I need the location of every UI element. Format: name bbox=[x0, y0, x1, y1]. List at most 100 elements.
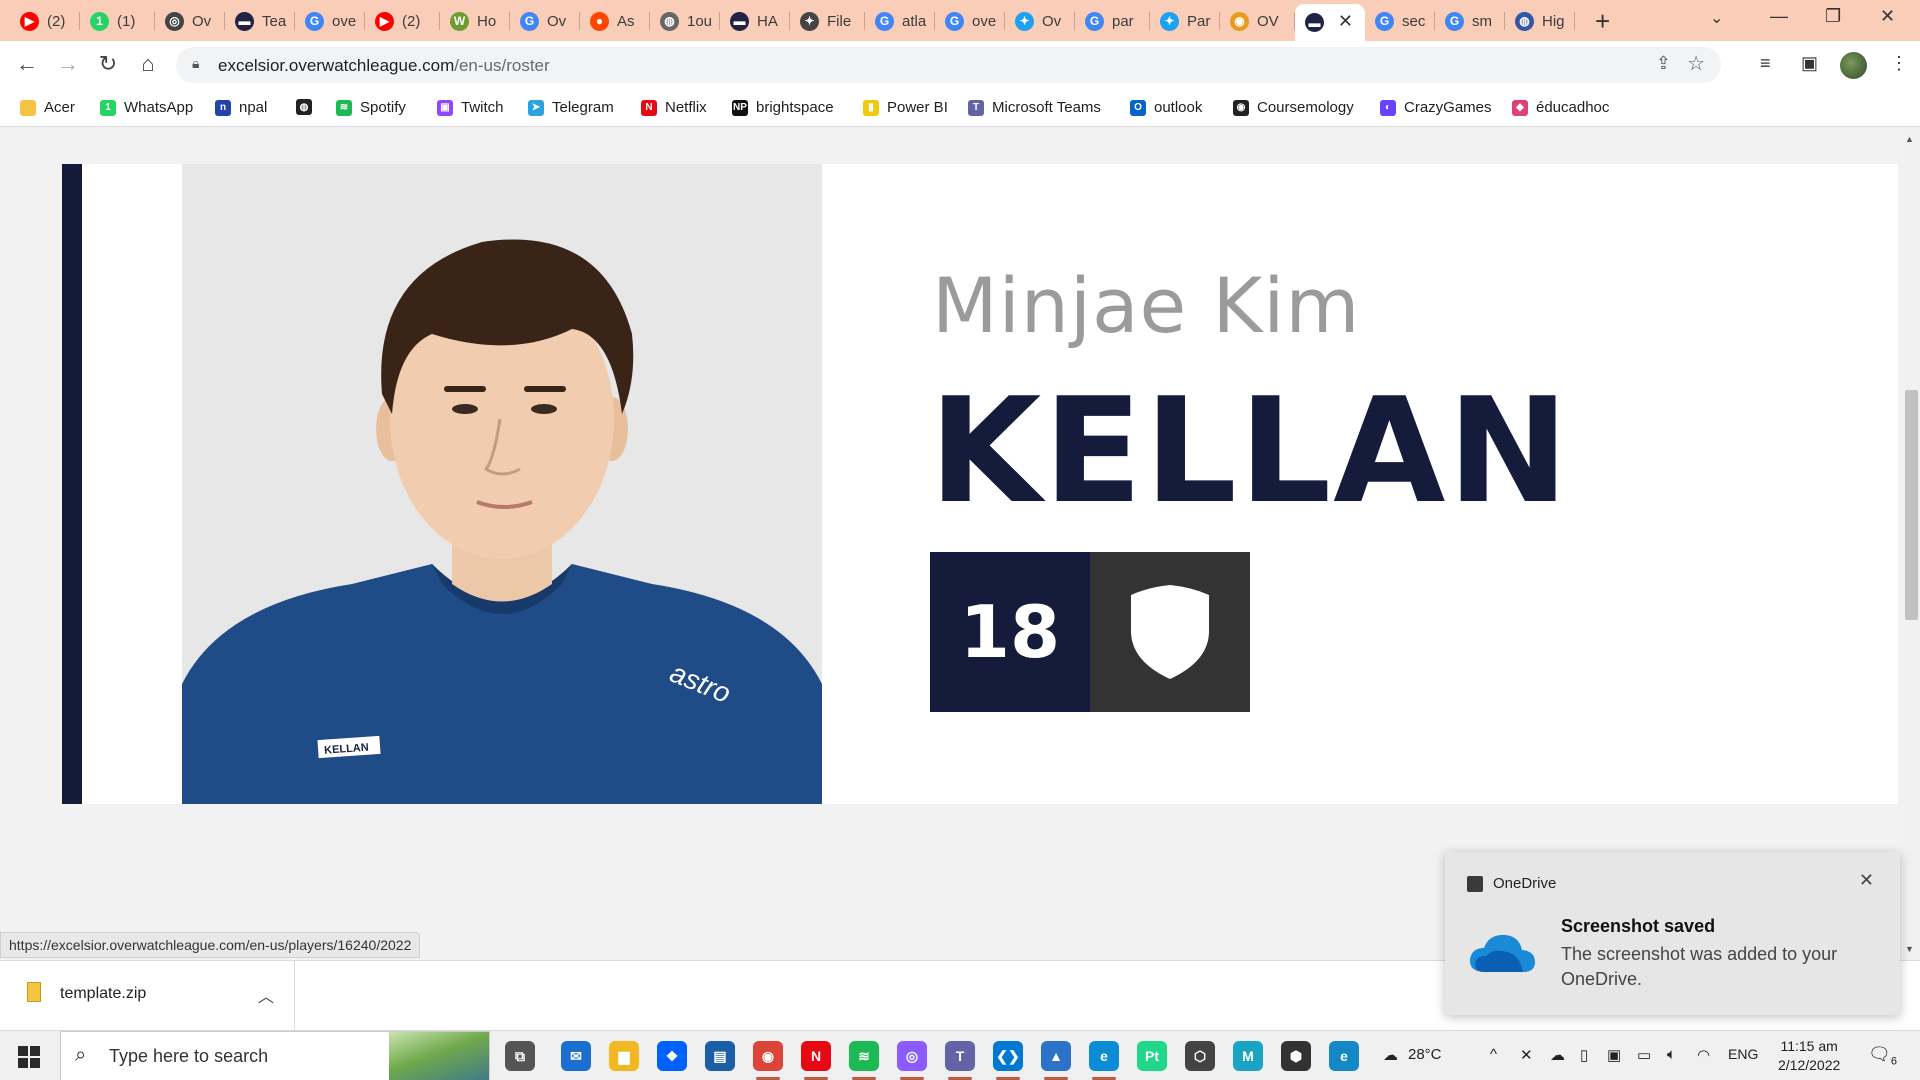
address-bar[interactable]: 🔒︎ excelsior.overwatchleague.com/en-us/r… bbox=[176, 47, 1721, 83]
browser-tab[interactable]: Gove bbox=[935, 4, 1005, 38]
browser-tab[interactable]: ● As bbox=[580, 4, 650, 38]
download-filename[interactable]: template.zip bbox=[60, 985, 146, 1003]
new-tab-button[interactable]: + bbox=[1595, 6, 1610, 37]
onedrive-tray-icon[interactable]: ☁ bbox=[1550, 1046, 1565, 1064]
spotify-icon[interactable]: ≋ bbox=[849, 1041, 879, 1071]
unity-hub-icon[interactable]: ⬢ bbox=[1281, 1041, 1311, 1071]
file-explorer-icon[interactable]: ▆ bbox=[609, 1041, 639, 1071]
search-placeholder[interactable]: Type here to search bbox=[109, 1046, 268, 1067]
dropbox-icon[interactable]: ❖ bbox=[657, 1041, 687, 1071]
app-blue-icon[interactable]: ▤ bbox=[705, 1041, 735, 1071]
tab-title: Hig bbox=[1542, 12, 1565, 30]
vscode-icon[interactable]: ❮❯ bbox=[993, 1041, 1023, 1071]
notification-center-icon[interactable]: 🗨︎6 bbox=[1868, 1044, 1897, 1068]
bookmark-star-icon[interactable]: ☆ bbox=[1687, 51, 1705, 76]
close-tab-icon[interactable]: ✕ bbox=[1338, 11, 1353, 32]
lock-icon[interactable]: 🔒︎ bbox=[192, 55, 199, 72]
bookmark-item[interactable]: ▮ Power BI bbox=[863, 99, 948, 116]
browser-tab[interactable]: Gove bbox=[295, 4, 365, 38]
bookmark-item[interactable]: ➤ Telegram bbox=[528, 99, 614, 116]
browser-tab[interactable]: ◉ OV bbox=[1220, 4, 1295, 38]
browser-tab[interactable]: ✦ Par bbox=[1150, 4, 1220, 38]
netflix-icon[interactable]: N bbox=[801, 1041, 831, 1071]
bookmark-item[interactable]: ◉ Coursemology bbox=[1233, 99, 1354, 116]
scroll-down-icon[interactable]: ▼ bbox=[1905, 944, 1914, 954]
chrome-icon[interactable]: ◉ bbox=[753, 1041, 783, 1071]
restore-icon[interactable]: ❐ bbox=[1825, 6, 1841, 27]
task-view-icon[interactable]: ⧉ bbox=[505, 1041, 535, 1071]
volume-icon[interactable]: 🔈︎ bbox=[1667, 1046, 1676, 1063]
home-icon[interactable]: ⌂ bbox=[133, 51, 163, 77]
bookmark-item[interactable]: NP brightspace bbox=[732, 99, 834, 116]
browser-tab[interactable]: 1 (1) bbox=[80, 4, 155, 38]
bookmark-item[interactable]: ◆ éducadhoc bbox=[1512, 99, 1609, 116]
language-indicator[interactable]: ENG bbox=[1728, 1046, 1758, 1062]
mail-icon[interactable]: ✉ bbox=[561, 1041, 591, 1071]
browser-tab[interactable]: ✦ Ov bbox=[1005, 4, 1075, 38]
bookmark-item[interactable]: N Netflix bbox=[641, 99, 707, 116]
weather-temperature[interactable]: 28°C bbox=[1408, 1046, 1442, 1063]
browser-tab[interactable]: ◎ Ov bbox=[155, 4, 225, 38]
profile-avatar[interactable] bbox=[1840, 52, 1867, 79]
forward-icon[interactable]: → bbox=[53, 51, 83, 77]
browser-tab[interactable]: ▬ HA bbox=[720, 4, 790, 38]
browser-tab[interactable]: ◍ 1ou bbox=[650, 4, 720, 38]
browser-tab[interactable]: ◍ Hig bbox=[1505, 4, 1575, 38]
browser-tab[interactable]: W Ho bbox=[440, 4, 510, 38]
browser-tab[interactable]: G Ov bbox=[510, 4, 580, 38]
system-clock[interactable]: 11:15 am 2/12/2022 bbox=[1778, 1037, 1840, 1075]
pycharm-icon[interactable]: Pt bbox=[1137, 1041, 1167, 1071]
chevron-up-icon[interactable]: ︿ bbox=[258, 983, 274, 1007]
browser-tab[interactable]: Gatla bbox=[865, 4, 935, 38]
browser-tab[interactable]: ▶ (2) bbox=[10, 4, 80, 38]
bookmark-item[interactable]: ◐ CrazyGames bbox=[1380, 99, 1492, 116]
battery-icon[interactable]: ▭ bbox=[1637, 1046, 1651, 1064]
bookmark-item[interactable]: n npal bbox=[215, 99, 267, 116]
share-icon[interactable]: ⇪ bbox=[1656, 53, 1671, 74]
bookmark-item[interactable]: ≋ Spotify bbox=[336, 99, 406, 116]
wifi-icon[interactable]: ◠ bbox=[1697, 1046, 1710, 1064]
media-queue-icon[interactable]: ≡ bbox=[1760, 53, 1771, 74]
side-panel-icon[interactable]: ▣ bbox=[1801, 53, 1818, 74]
maya-icon[interactable]: M bbox=[1233, 1041, 1263, 1071]
bookmark-item[interactable]: Acer bbox=[20, 99, 75, 116]
bookmark-item[interactable]: T Microsoft Teams bbox=[968, 99, 1101, 116]
reload-icon[interactable]: ↻ bbox=[93, 51, 123, 77]
network-warning-icon[interactable]: ✕ bbox=[1520, 1046, 1533, 1064]
weather-icon[interactable]: ☁ bbox=[1383, 1046, 1398, 1064]
menu-kebab-icon[interactable]: ⋮ bbox=[1890, 53, 1908, 74]
browser-tab[interactable]: Gpar bbox=[1075, 4, 1150, 38]
close-window-icon[interactable]: ✕ bbox=[1880, 6, 1895, 27]
device-icon[interactable]: ▯ bbox=[1580, 1046, 1588, 1064]
browser-tab[interactable]: ▶ (2) bbox=[365, 4, 440, 38]
scrollbar-thumb[interactable] bbox=[1905, 390, 1918, 620]
teams-icon[interactable]: T bbox=[945, 1041, 975, 1071]
telegram-icon: ➤ bbox=[528, 99, 544, 116]
browser-tab[interactable]: Gsec bbox=[1365, 4, 1435, 38]
tab-search-icon[interactable]: ⌄ bbox=[1710, 8, 1723, 28]
display-icon[interactable]: ▣ bbox=[1607, 1046, 1621, 1064]
bookmark-item[interactable]: ◍ bbox=[296, 99, 320, 115]
url-text[interactable]: excelsior.overwatchleague.com/en-us/rost… bbox=[218, 56, 550, 76]
onedrive-notification[interactable]: OneDrive ✕ Screenshot saved The screensh… bbox=[1445, 852, 1900, 1015]
edge-icon[interactable]: e bbox=[1089, 1041, 1119, 1071]
close-icon[interactable]: ✕ bbox=[1859, 870, 1874, 891]
download-item[interactable]: template.zip ︿ bbox=[0, 961, 295, 1031]
back-icon[interactable]: ← bbox=[12, 51, 42, 77]
bookmark-item[interactable]: ▣ Twitch bbox=[437, 99, 504, 116]
chevron-up-icon[interactable]: ^ bbox=[1490, 1046, 1497, 1063]
taskbar-search[interactable]: ⌕ Type here to search bbox=[60, 1031, 490, 1080]
browser-tab[interactable]: ✦ File bbox=[790, 4, 865, 38]
bookmark-item[interactable]: 1 WhatsApp bbox=[100, 99, 193, 116]
edge-dev-icon[interactable]: e bbox=[1329, 1041, 1359, 1071]
browser-tab[interactable]: Gsm bbox=[1435, 4, 1505, 38]
browser-tab[interactable]: ▬ ✕ bbox=[1295, 4, 1365, 41]
minimize-icon[interactable]: — bbox=[1770, 6, 1788, 27]
bookmark-item[interactable]: Ooutlook bbox=[1130, 99, 1202, 116]
unity-icon[interactable]: ⬡ bbox=[1185, 1041, 1215, 1071]
windows-start-icon[interactable] bbox=[18, 1046, 40, 1068]
photos-icon[interactable]: ▲ bbox=[1041, 1041, 1071, 1071]
browser-tab[interactable]: ▬ Tea bbox=[225, 4, 295, 38]
scroll-up-icon[interactable]: ▲ bbox=[1905, 134, 1914, 144]
messenger-icon[interactable]: ◎ bbox=[897, 1041, 927, 1071]
